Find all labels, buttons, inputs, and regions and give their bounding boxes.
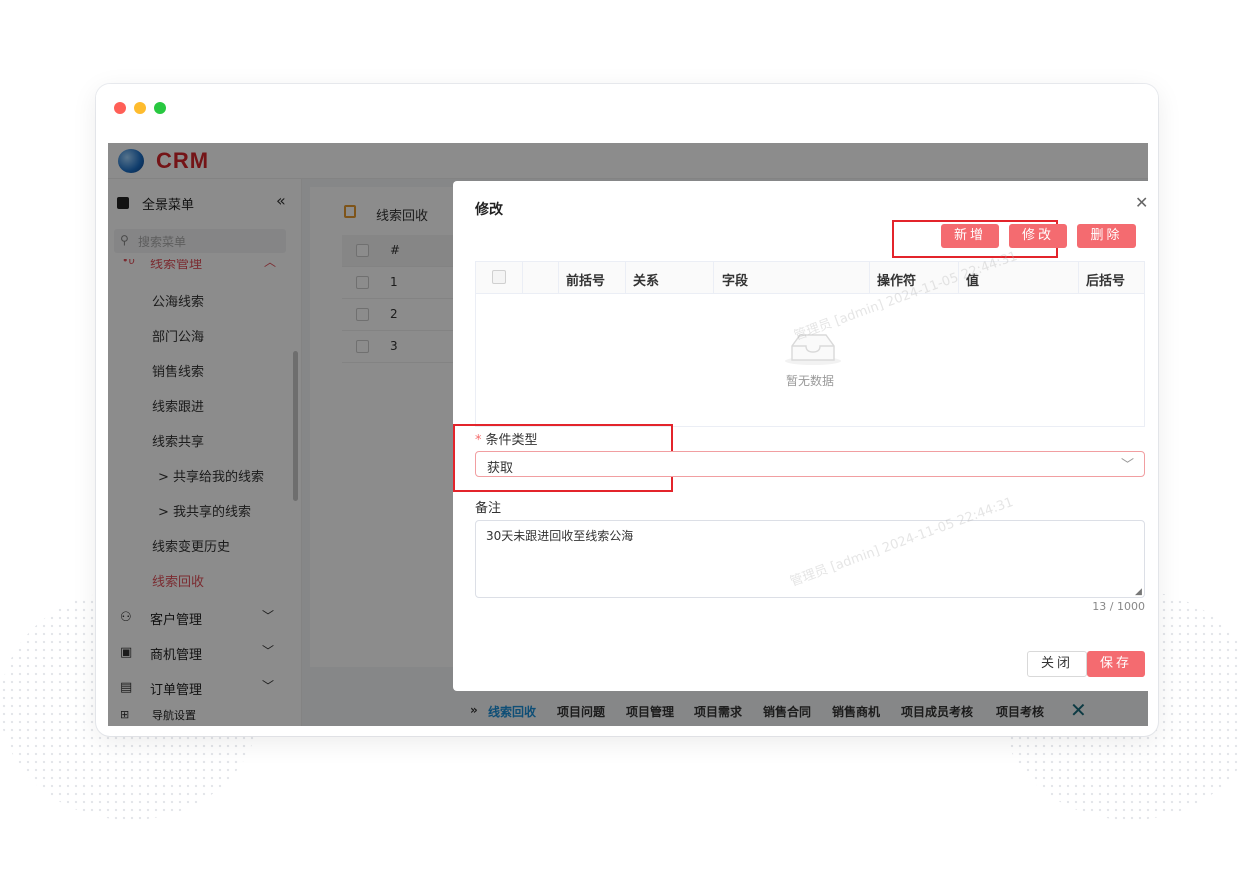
grid-select-all-checkbox[interactable]: [492, 270, 506, 284]
column-divider: [1078, 262, 1079, 294]
add-button[interactable]: 新增: [941, 224, 999, 248]
condition-type-value: 获取: [487, 461, 514, 476]
column-header: 前括号: [566, 274, 606, 289]
dialog-title: 修改: [475, 202, 503, 218]
column-header: 值: [966, 274, 980, 289]
condition-grid: 前括号 关系 字段 操作符 值 后括号 暂无数据: [475, 261, 1145, 427]
column-divider: [625, 262, 626, 294]
condition-type-label-text: 条件类型: [485, 433, 538, 448]
column-divider: [522, 262, 523, 294]
column-divider: [958, 262, 959, 294]
chevron-down-icon: ﹀: [1121, 458, 1135, 473]
window-close-dot[interactable]: [114, 102, 126, 114]
remark-char-counter: 13 / 1000: [1092, 600, 1145, 613]
edit-dialog: 修改 ✕ 新增 修改 删除 前括号 关系 字段 操作符 值 后括号 暂无数据 *…: [453, 181, 1148, 691]
column-divider: [869, 262, 870, 294]
window-maximize-dot[interactable]: [154, 102, 166, 114]
column-header: 字段: [722, 274, 749, 289]
remark-label: 备注: [475, 501, 502, 516]
grid-header-row: 前括号 关系 字段 操作符 值 后括号: [476, 262, 1144, 294]
browser-window: CRM 全景菜单 « ⚲ 搜索菜单 •υ 线索管理 ︿ 公海线索 部门公海 销售…: [96, 84, 1158, 736]
column-divider: [713, 262, 714, 294]
close-icon[interactable]: ✕: [1135, 193, 1148, 212]
remark-value: 30天未跟进回收至线索公海: [486, 529, 634, 543]
required-mark: *: [475, 433, 482, 448]
empty-box-icon: [785, 334, 841, 365]
save-button[interactable]: 保存: [1087, 651, 1145, 677]
crm-app: CRM 全景菜单 « ⚲ 搜索菜单 •υ 线索管理 ︿ 公海线索 部门公海 销售…: [108, 143, 1148, 726]
close-button[interactable]: 关闭: [1027, 651, 1087, 677]
remark-textarea[interactable]: 30天未跟进回收至线索公海 ◢: [475, 520, 1145, 598]
column-header: 操作符: [877, 274, 917, 289]
column-header: 后括号: [1086, 274, 1126, 289]
resize-grip-icon[interactable]: ◢: [1135, 587, 1142, 597]
delete-button[interactable]: 删除: [1077, 224, 1136, 248]
column-header: 关系: [633, 274, 660, 289]
window-titlebar: [96, 84, 1158, 134]
condition-type-select[interactable]: 获取 ﹀: [475, 451, 1145, 477]
edit-button[interactable]: 修改: [1009, 224, 1067, 248]
window-minimize-dot[interactable]: [134, 102, 146, 114]
column-divider: [558, 262, 559, 294]
condition-type-label: * 条件类型: [475, 429, 538, 448]
empty-state-text: 暂无数据: [785, 374, 834, 388]
